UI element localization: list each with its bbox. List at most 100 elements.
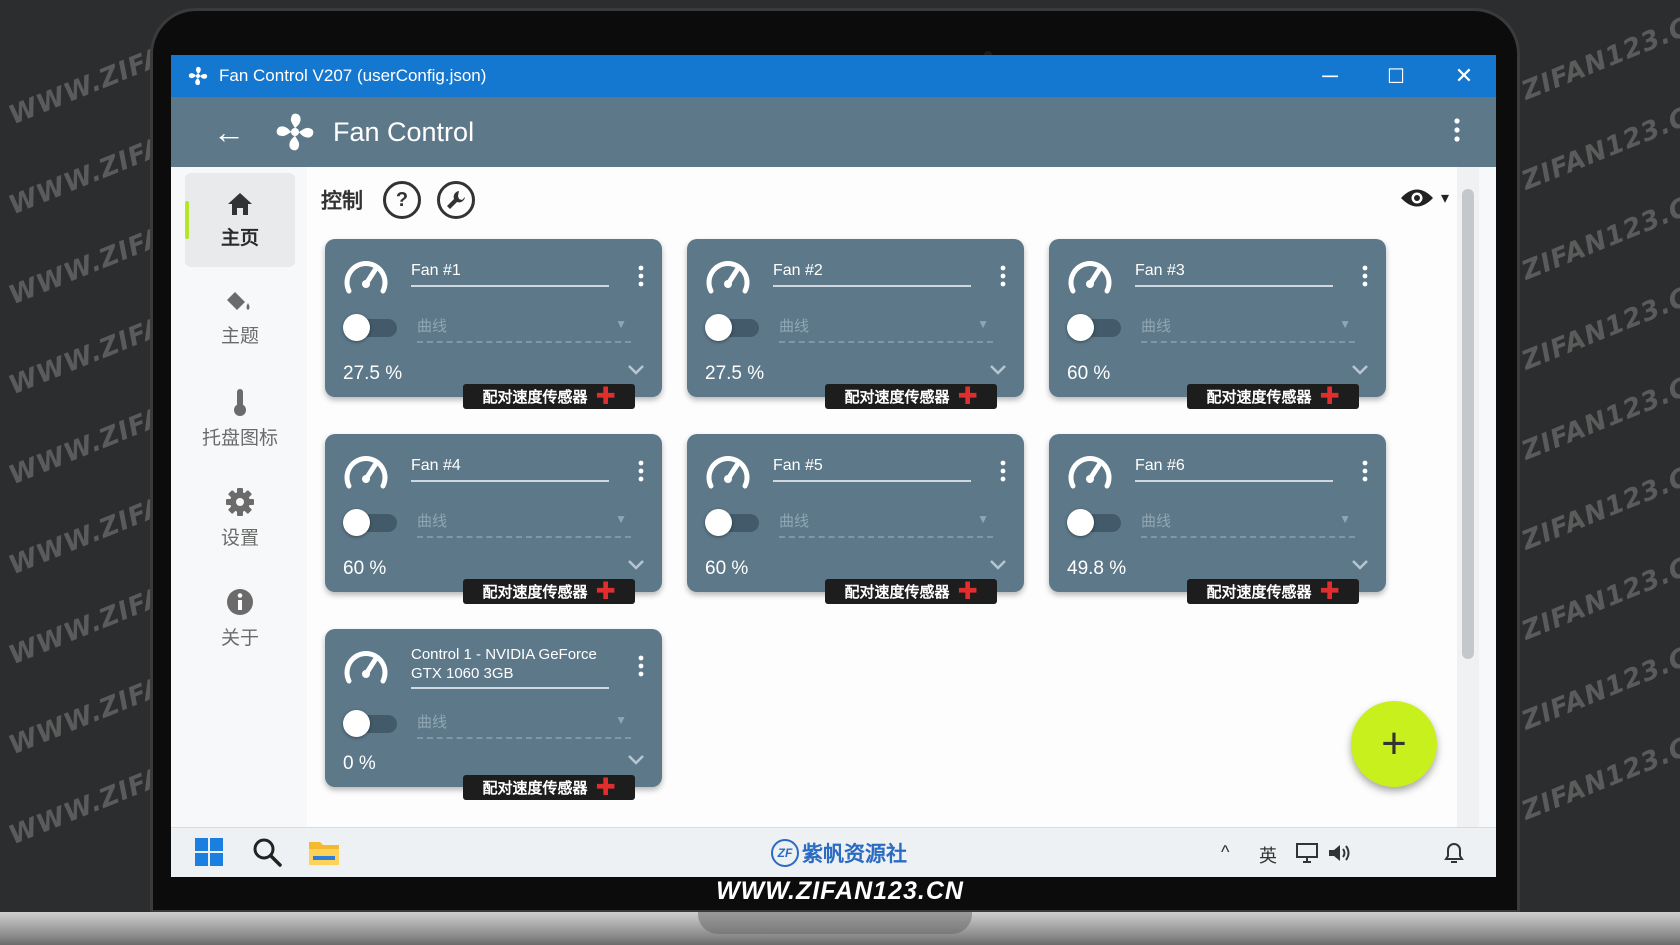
curve-select[interactable]: 曲线 ▼ <box>417 711 631 739</box>
watermark-text: ZIFAN123.CN <box>1517 363 1680 467</box>
sidebar-item-home[interactable]: 主页 <box>185 173 295 267</box>
fan-control-card[interactable]: Control 1 - NVIDIA GeForce GTX 1060 3GB … <box>325 629 662 787</box>
curve-placeholder: 曲线 <box>779 513 810 530</box>
fan-percent: 0 % <box>343 753 376 774</box>
speedometer-icon <box>344 456 388 489</box>
close-button[interactable]: ✕ <box>1434 55 1494 97</box>
expand-chevron-icon[interactable] <box>626 363 646 377</box>
card-menu-icon[interactable] <box>638 460 644 482</box>
pair-sensor-badge[interactable]: 配对速度传感器 ✚ <box>825 579 997 604</box>
curve-placeholder: 曲线 <box>417 513 448 530</box>
expand-chevron-icon[interactable] <box>1350 558 1370 572</box>
chevron-down-icon: ▼ <box>615 317 627 331</box>
add-control-button[interactable]: + <box>1351 701 1437 787</box>
vertical-scrollbar[interactable] <box>1457 167 1479 827</box>
fan-name-field[interactable]: Fan #3 <box>1135 261 1333 287</box>
fan-control-card[interactable]: Fan #6 曲线 ▼ 49.8 % <box>1049 434 1386 592</box>
expand-chevron-icon[interactable] <box>988 558 1008 572</box>
controls-panel: 控制 ? ▾ Fan #1 曲线 ▼ 27.5 % 配对速度传感器 ✚ Fan #2 <box>307 167 1479 827</box>
sidebar-item-settings[interactable]: 设置 <box>185 471 295 565</box>
enable-toggle[interactable] <box>1067 314 1121 341</box>
toggle-knob <box>343 509 370 536</box>
toggle-knob <box>705 509 732 536</box>
curve-placeholder: 曲线 <box>779 318 810 335</box>
app-window: Fan Control V207 (userConfig.json) ─ ☐ ✕… <box>171 55 1496 877</box>
chevron-down-icon: ▾ <box>1440 190 1449 207</box>
help-button[interactable]: ? <box>383 181 421 219</box>
add-pair-icon: ✚ <box>957 577 978 605</box>
pair-sensor-badge[interactable]: 配对速度传感器 ✚ <box>463 384 635 409</box>
fan-name-field[interactable]: Fan #1 <box>411 261 609 287</box>
more-menu-icon[interactable] <box>1454 117 1460 143</box>
search-icon[interactable] <box>251 836 283 868</box>
fan-name-field[interactable]: Control 1 - NVIDIA GeForce GTX 1060 3GB <box>411 645 609 689</box>
brand-logo: ZF <box>771 839 799 867</box>
enable-toggle[interactable] <box>343 710 397 737</box>
fan-control-card[interactable]: Fan #2 曲线 ▼ 27.5 % <box>687 239 1024 397</box>
network-icon[interactable] <box>1295 842 1319 864</box>
toggle-knob <box>343 314 370 341</box>
pair-sensor-badge[interactable]: 配对速度传感器 ✚ <box>463 775 635 800</box>
wrench-icon <box>447 191 465 209</box>
volume-icon[interactable] <box>1327 842 1353 864</box>
fan-control-card[interactable]: Fan #4 曲线 ▼ 60 % <box>325 434 662 592</box>
card-menu-icon[interactable] <box>1000 265 1006 287</box>
curve-select[interactable]: 曲线 ▼ <box>417 510 631 538</box>
tray-chevron[interactable]: ^ <box>1221 842 1229 863</box>
curve-select[interactable]: 曲线 ▼ <box>779 510 993 538</box>
speedometer-icon <box>344 261 388 294</box>
fan-percent: 60 % <box>1067 363 1111 384</box>
expand-chevron-icon[interactable] <box>1350 363 1370 377</box>
windows-start-icon[interactable] <box>193 836 225 868</box>
wrench-button[interactable] <box>437 181 475 219</box>
expand-chevron-icon[interactable] <box>626 558 646 572</box>
fan-name-field[interactable]: Fan #5 <box>773 456 971 482</box>
sidebar-item-tray-icon[interactable]: 托盘图标 <box>185 371 295 465</box>
pair-sensor-label: 配对速度传感器 <box>844 389 950 406</box>
sidebar-item-theme[interactable]: 主题 <box>185 271 295 365</box>
maximize-button[interactable]: ☐ <box>1366 55 1426 97</box>
fan-control-card[interactable]: Fan #5 曲线 ▼ 60 % <box>687 434 1024 592</box>
expand-chevron-icon[interactable] <box>988 363 1008 377</box>
minimize-button[interactable]: ─ <box>1300 55 1360 97</box>
fan-percent: 27.5 % <box>705 363 765 384</box>
scrollbar-thumb[interactable] <box>1462 189 1474 659</box>
chevron-down-icon: ▼ <box>1339 317 1351 331</box>
sidebar-item-about[interactable]: 关于 <box>185 571 295 665</box>
pair-sensor-badge[interactable]: 配对速度传感器 ✚ <box>463 579 635 604</box>
file-explorer-icon[interactable] <box>307 836 341 868</box>
enable-toggle[interactable] <box>343 509 397 536</box>
enable-toggle[interactable] <box>705 509 759 536</box>
enable-toggle[interactable] <box>343 314 397 341</box>
thermometer-icon <box>234 388 246 416</box>
fan-name-field[interactable]: Fan #2 <box>773 261 971 287</box>
fan-name-field[interactable]: Fan #6 <box>1135 456 1333 482</box>
curve-select[interactable]: 曲线 ▼ <box>779 315 993 343</box>
expand-chevron-icon[interactable] <box>626 753 646 767</box>
card-menu-icon[interactable] <box>1000 460 1006 482</box>
curve-select[interactable]: 曲线 ▼ <box>1141 315 1355 343</box>
card-menu-icon[interactable] <box>1362 460 1368 482</box>
fan-name-field[interactable]: Fan #4 <box>411 456 609 482</box>
curve-select[interactable]: 曲线 ▼ <box>1141 510 1355 538</box>
chevron-down-icon: ▼ <box>977 317 989 331</box>
enable-toggle[interactable] <box>1067 509 1121 536</box>
curve-select[interactable]: 曲线 ▼ <box>417 315 631 343</box>
window-title: Fan Control V207 (userConfig.json) <box>219 66 487 85</box>
enable-toggle[interactable] <box>705 314 759 341</box>
notification-icon[interactable] <box>1443 841 1465 865</box>
card-menu-icon[interactable] <box>638 655 644 677</box>
back-button[interactable]: ← <box>213 114 253 151</box>
visibility-dropdown[interactable]: ▾ <box>1399 187 1449 209</box>
card-menu-icon[interactable] <box>638 265 644 287</box>
pair-sensor-badge[interactable]: 配对速度传感器 ✚ <box>825 384 997 409</box>
fan-control-card[interactable]: Fan #3 曲线 ▼ 60 % <box>1049 239 1386 397</box>
fan-control-card[interactable]: Fan #1 曲线 ▼ 27.5 % <box>325 239 662 397</box>
pair-sensor-badge[interactable]: 配对速度传感器 ✚ <box>1187 579 1359 604</box>
card-menu-icon[interactable] <box>1362 265 1368 287</box>
pair-sensor-badge[interactable]: 配对速度传感器 ✚ <box>1187 384 1359 409</box>
toggle-knob <box>705 314 732 341</box>
curve-placeholder: 曲线 <box>1141 513 1172 530</box>
curve-placeholder: 曲线 <box>1141 318 1172 335</box>
input-language[interactable]: 英 <box>1259 842 1277 868</box>
